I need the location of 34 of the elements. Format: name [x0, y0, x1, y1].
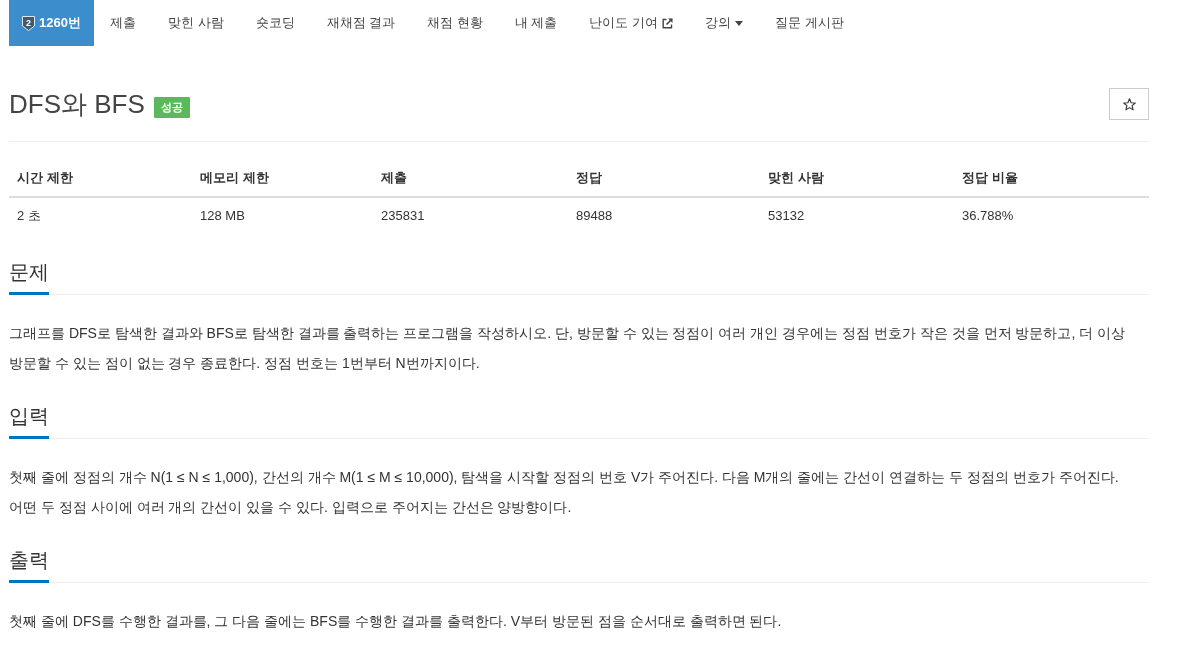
section-text: 첫째 줄에 정점의 개수 N(1 ≤ N ≤ 1,000), 간선의 개수 M(1 ≤ M ≤ 10,000), 탐색을 시작할 정점의 번호 V가 주어진다. 다음 M개의 줄에는 간선이 연결하는 두 정점의 번호가 주어진다. 어떤 두 정점 사이에 여러 개의 간선이 있을 수 있다. 입력으로 주어지는 간선은 양방향이다.	[9, 468, 1120, 517]
caret-down-icon	[735, 20, 744, 26]
nav-tab[interactable]: 숏코딩	[239, 0, 311, 46]
table-cell: 53132	[760, 197, 954, 234]
nav-tab[interactable]: 재채점 결과	[310, 0, 412, 46]
section-text: 그래프를 DFS로 탐색한 결과와 BFS로 탐색한 결과를 출력하는 프로그램을 작성하시오. 단, 방문할 수 있는 정점이 여러 개인 경우에는 정점 번호가 작은 것을 먼저 방문하고, 더 이상 방문할 수 있는 점이 없는 경우 종료한다. 정점 번호는 1번부터 N번까지이다.	[9, 324, 1127, 373]
table-cell: 235831	[373, 197, 568, 234]
nav-tab[interactable]: 맞힌 사람	[151, 0, 240, 46]
section-text: 첫째 줄에 DFS를 수행한 결과를, 그 다음 줄에는 BFS를 수행한 결과를 출력한다. V부터 방문된 점을 순서대로 출력하면 된다.	[9, 612, 783, 631]
nav-tab[interactable]: 질문 게시판	[759, 0, 860, 46]
result-label: 성공	[153, 96, 190, 118]
column-header: 맞힌 사람	[760, 160, 954, 197]
table-cell: 36.788%	[954, 197, 1149, 234]
table-cell: 128 MB	[192, 197, 373, 234]
favorite-button[interactable]	[1109, 88, 1149, 120]
nav-tab[interactable]: 난이도 기여	[573, 0, 690, 46]
nav-tab[interactable]: 2 1260번	[9, 0, 94, 46]
section-heading: 입력	[9, 402, 49, 439]
table-cell: 2 초	[9, 197, 192, 234]
section-heading: 문제	[9, 258, 49, 295]
nav-tab[interactable]: 내 제출	[498, 0, 574, 46]
nav-tab[interactable]: 제출	[93, 0, 152, 46]
column-header: 메모리 제한	[192, 160, 373, 197]
shield-icon: 2	[22, 15, 35, 31]
column-header: 제출	[373, 160, 568, 197]
column-header: 정답 비율	[954, 160, 1149, 197]
section-heading: 출력	[9, 546, 49, 583]
column-header: 시간 제한	[9, 160, 192, 197]
nav-tab[interactable]: 강의	[689, 0, 760, 46]
nav-tab[interactable]: 채점 현황	[411, 0, 499, 46]
problem-title: DFS와 BFS	[9, 88, 145, 120]
external-link-icon	[662, 17, 674, 29]
column-header: 정답	[568, 160, 760, 197]
table-cell: 89488	[568, 197, 760, 234]
